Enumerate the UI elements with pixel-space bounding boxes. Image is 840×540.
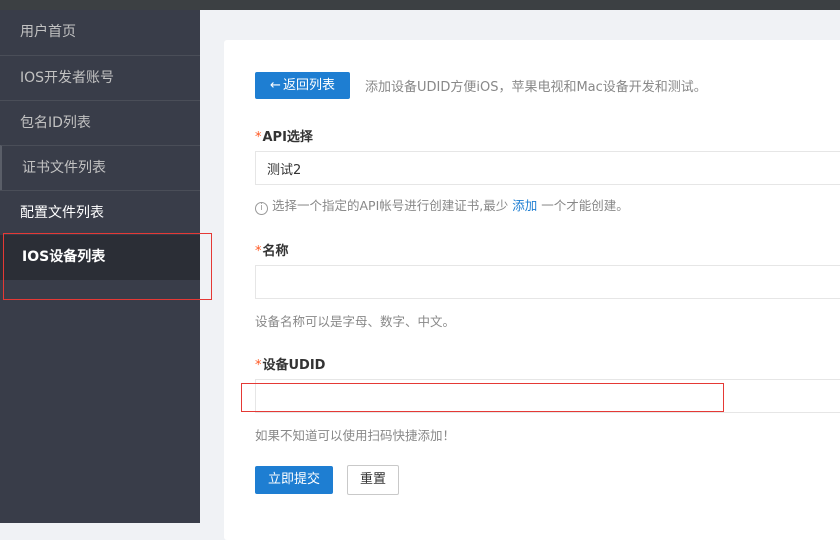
required-mark: * bbox=[255, 244, 262, 259]
udid-label-text: 设备UDID bbox=[262, 358, 326, 373]
submit-button[interactable]: 立即提交 bbox=[255, 466, 333, 494]
api-hint-text: 选择一个指定的API帐号进行创建证书,最少 bbox=[272, 198, 509, 213]
back-to-list-button[interactable]: ← 返回列表 bbox=[255, 72, 350, 99]
required-mark: * bbox=[255, 358, 262, 373]
name-label-text: 名称 bbox=[262, 244, 289, 259]
sidebar: 用户首页 IOS开发者账号 包名ID列表 证书文件列表 配置文件列表 IOS设备… bbox=[0, 10, 200, 523]
add-api-link[interactable]: 添加 bbox=[512, 198, 537, 213]
sidebar-item-bundle-id-list[interactable]: 包名ID列表 bbox=[0, 100, 200, 145]
api-select[interactable] bbox=[255, 151, 840, 185]
sidebar-item-ios-developer-accounts[interactable]: IOS开发者账号 bbox=[0, 55, 200, 100]
api-hint-text-after: 一个才能创建。 bbox=[541, 198, 629, 213]
required-mark: * bbox=[255, 130, 262, 145]
page-description: 添加设备UDID方便iOS，苹果电视和Mac设备开发和测试。 bbox=[365, 80, 707, 95]
udid-label: *设备UDID bbox=[255, 354, 325, 373]
sidebar-item-certificate-list[interactable]: 证书文件列表 bbox=[0, 145, 200, 190]
name-hint: 设备名称可以是字母、数字、中文。 bbox=[255, 314, 456, 329]
api-hint: i 选择一个指定的API帐号进行创建证书,最少 添加 一个才能创建。 bbox=[255, 195, 629, 215]
back-button-label: 返回列表 bbox=[282, 78, 335, 93]
sidebar-item-profile-list[interactable]: 配置文件列表 bbox=[0, 190, 200, 235]
top-bar bbox=[0, 0, 840, 10]
udid-input[interactable] bbox=[255, 379, 840, 413]
api-select-label-text: API选择 bbox=[262, 130, 313, 145]
arrow-left-icon: ← bbox=[270, 78, 281, 93]
udid-hint: 如果不知道可以使用扫码快捷添加！ bbox=[255, 428, 456, 443]
api-select-label: *API选择 bbox=[255, 126, 313, 145]
reset-button[interactable]: 重置 bbox=[347, 465, 399, 495]
name-label: *名称 bbox=[255, 240, 289, 259]
info-icon: i bbox=[255, 202, 268, 215]
name-input[interactable] bbox=[255, 265, 840, 299]
sidebar-item-ios-device-list[interactable]: IOS设备列表 bbox=[0, 235, 200, 280]
sidebar-item-user-home[interactable]: 用户首页 bbox=[0, 10, 200, 55]
